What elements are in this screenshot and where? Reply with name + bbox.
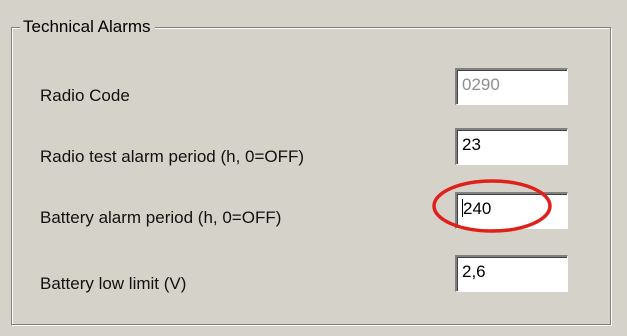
battery-alarm-period-field[interactable]: 240 — [455, 192, 568, 229]
battery-low-limit-field[interactable]: 2,6 — [455, 255, 568, 292]
battery-low-limit-label: Battery low limit (V) — [40, 274, 187, 293]
radio-test-alarm-period-label: Radio test alarm period (h, 0=OFF) — [40, 147, 305, 166]
battery-alarm-period-value: 240 — [463, 199, 492, 218]
radio-test-alarm-period-field[interactable]: 23 — [455, 128, 568, 165]
battery-alarm-period-label: Battery alarm period (h, 0=OFF) — [40, 208, 282, 227]
groupbox-title: Technical Alarms — [20, 14, 155, 40]
radio-code-field: 0290 — [455, 68, 568, 105]
radio-code-label: Radio Code — [40, 86, 130, 105]
